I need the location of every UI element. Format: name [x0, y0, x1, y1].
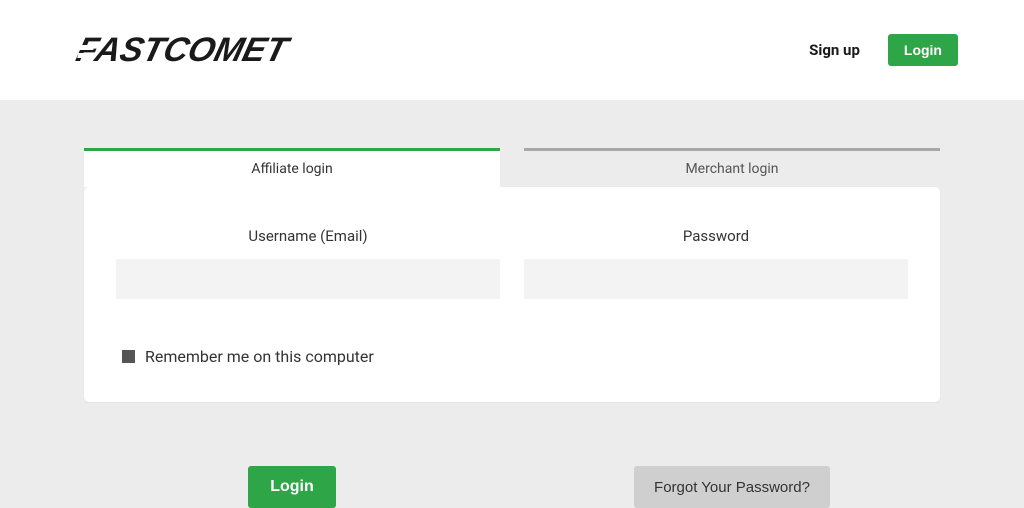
header: FASTCOMET Sign up Login [0, 0, 1024, 100]
remember-checkbox[interactable] [122, 350, 135, 363]
fastcomet-logo-icon: FASTCOMET [66, 31, 348, 69]
login-action-wrap: Login [84, 466, 500, 508]
login-tabs: Affiliate login Merchant login [84, 148, 940, 187]
svg-text:FASTCOMET: FASTCOMET [73, 31, 295, 68]
form-row: Username (Email) Password [116, 227, 908, 299]
tab-merchant-login[interactable]: Merchant login [524, 148, 940, 187]
password-group: Password [524, 227, 908, 299]
login-submit-button[interactable]: Login [248, 466, 336, 508]
tab-affiliate-login[interactable]: Affiliate login [84, 148, 500, 187]
header-login-button[interactable]: Login [888, 34, 958, 66]
username-label: Username (Email) [116, 227, 500, 245]
main-container: Affiliate login Merchant login Username … [84, 100, 940, 508]
username-group: Username (Email) [116, 227, 500, 299]
username-input[interactable] [116, 259, 500, 299]
brand-logo: FASTCOMET [66, 31, 348, 69]
header-actions: Sign up Login [809, 34, 958, 66]
signup-link[interactable]: Sign up [809, 41, 860, 59]
remember-row: Remember me on this computer [116, 347, 908, 366]
forgot-action-wrap: Forgot Your Password? [524, 466, 940, 508]
forgot-password-button[interactable]: Forgot Your Password? [634, 466, 830, 508]
actions-row: Login Forgot Your Password? [84, 466, 940, 508]
password-input[interactable] [524, 259, 908, 299]
login-card: Username (Email) Password Remember me on… [84, 187, 940, 402]
password-label: Password [524, 227, 908, 245]
remember-label: Remember me on this computer [145, 347, 374, 366]
